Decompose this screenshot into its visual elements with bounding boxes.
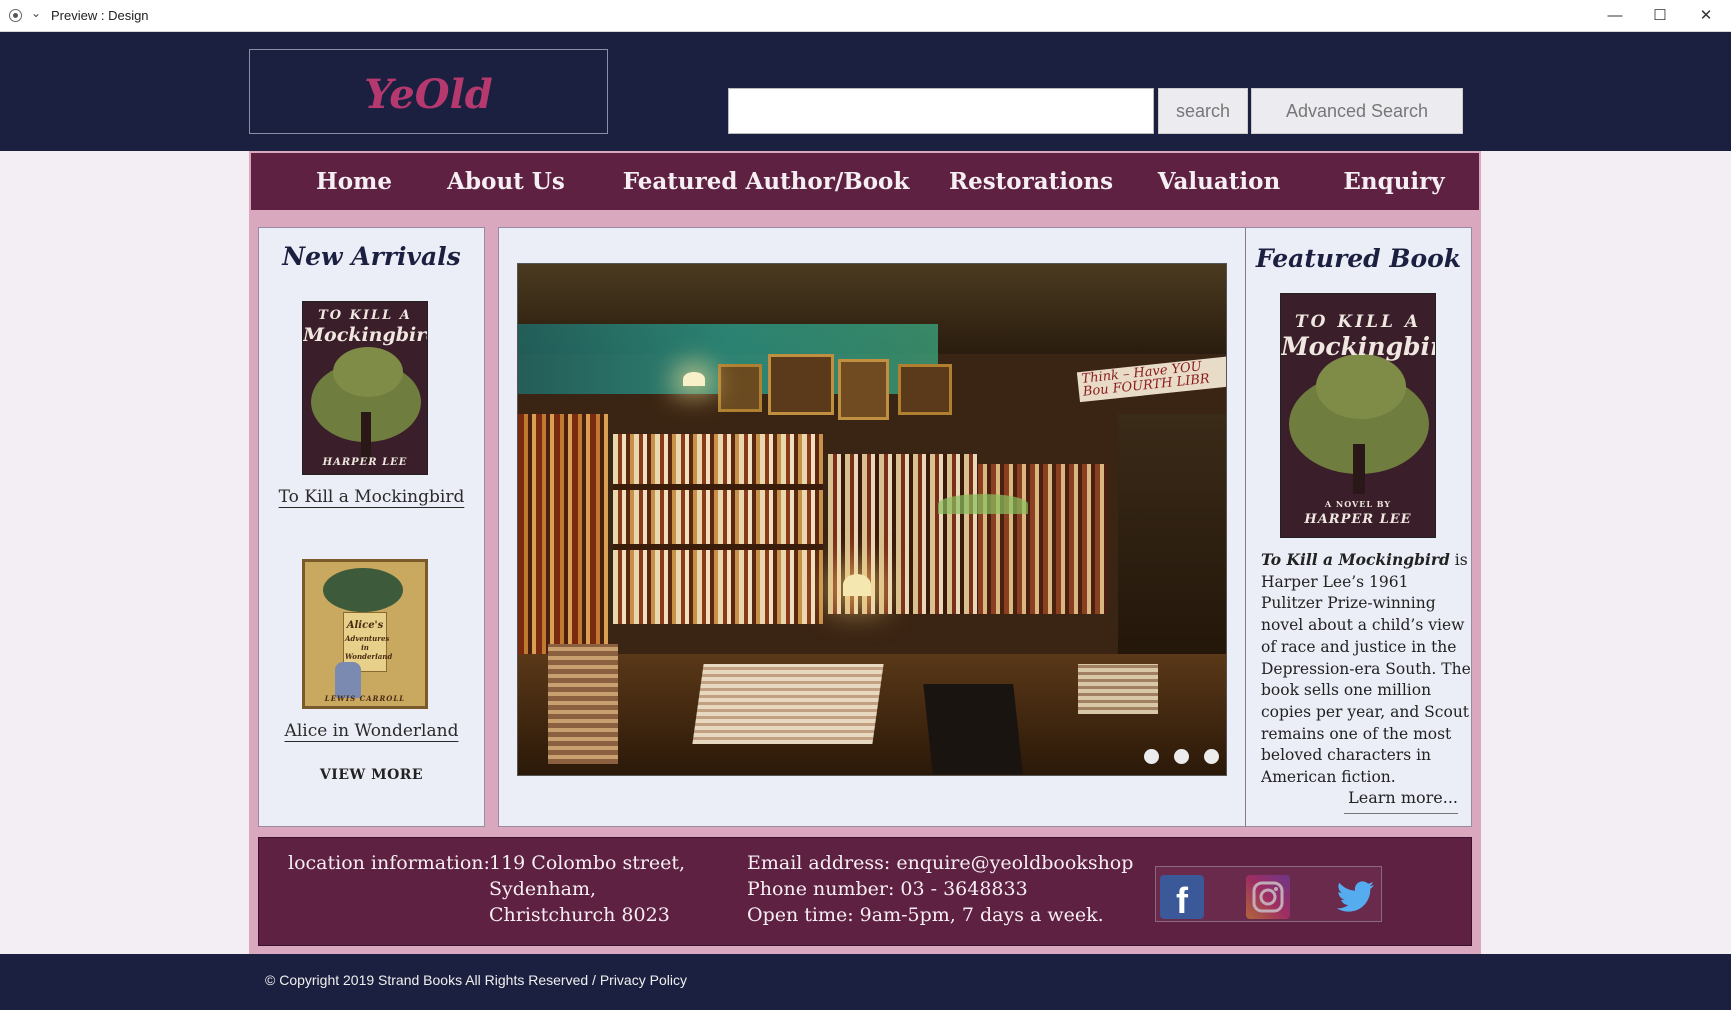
main-nav: Home About Us Featured Author/Book Resto… [251, 153, 1479, 210]
location-line-3: Christchurch 8023 [489, 904, 670, 926]
window-title: Preview : Design [51, 8, 149, 23]
close-button[interactable]: ✕ [1684, 3, 1728, 29]
chevron-down-icon[interactable]: ⌄ [31, 6, 41, 20]
slide-dot-3[interactable] [1204, 749, 1219, 764]
logo[interactable]: YeOld Bookshop [249, 49, 608, 208]
nav-item-home[interactable]: Home [294, 153, 414, 210]
nav-item-enquiry[interactable]: Enquiry [1324, 153, 1464, 210]
learn-more-link[interactable]: Learn more... [1344, 788, 1458, 814]
slide-dot-1[interactable] [1144, 749, 1159, 764]
facebook-icon[interactable]: f [1160, 875, 1204, 921]
nav-item-featured-author-book[interactable]: Featured Author/Book [621, 153, 911, 210]
featured-book-description: To Kill a Mockingbird is Harper Lee’s 19… [1261, 550, 1471, 787]
phone-info: Phone number: 03 - 3648833 [747, 878, 1028, 900]
location-line-2: Sydenham, [489, 878, 597, 900]
location-line-1: 119 Colombo street, [489, 852, 686, 874]
logo-text: YeOld Bookshop [318, 71, 539, 208]
open-time-info: Open time: 9am-5pm, 7 days a week. [747, 904, 1104, 926]
nav-item-restorations[interactable]: Restorations [941, 153, 1121, 210]
twitter-icon[interactable] [1334, 875, 1378, 919]
new-arrivals-title: New Arrivals [282, 242, 461, 271]
maximize-button[interactable]: ☐ [1638, 3, 1682, 29]
slide-dot-2[interactable] [1174, 749, 1189, 764]
minimize-button[interactable]: — [1593, 3, 1637, 29]
shop-sign: Think – Have YOU Bou FOURTH LIBR [1076, 355, 1226, 403]
window-titlebar: ⌄ Preview : Design — ☐ ✕ [0, 0, 1731, 32]
copyright-text[interactable]: © Copyright 2019 Strand Books All Rights… [265, 972, 687, 988]
location-label: location information: [288, 852, 490, 874]
book-link-alice[interactable]: Alice in Wonderland [258, 721, 485, 741]
book-link-mockingbird[interactable]: To Kill a Mockingbird [258, 487, 485, 507]
social-links: f [1155, 866, 1382, 922]
featured-book-cover[interactable]: TO KILL A Mockingbird A NOVEL BY HARPER … [1280, 293, 1436, 538]
search-input[interactable] [728, 88, 1154, 134]
svg-text:f: f [1176, 880, 1189, 919]
advanced-search-button[interactable]: Advanced Search [1251, 88, 1463, 134]
site-footer: © Copyright 2019 Strand Books All Rights… [0, 954, 1731, 1010]
email-info: Email address: enquire@yeoldbookshop [747, 852, 1134, 874]
app-icon[interactable] [9, 9, 22, 22]
search-button[interactable]: search [1158, 88, 1248, 134]
instagram-icon[interactable] [1246, 875, 1290, 919]
nav-item-valuation[interactable]: Valuation [1144, 153, 1294, 210]
view-more-link[interactable]: VIEW MORE [258, 767, 485, 783]
book-cover-alice[interactable]: Alice's Adventures in Wonderland LEWIS C… [302, 559, 428, 709]
featured-book-title: Featured Book [1255, 244, 1462, 273]
featured-book-name: To Kill a Mockingbird [1261, 550, 1450, 569]
bookshop-photo: Think – Have YOU Bou FOURTH LIBR [517, 263, 1227, 776]
book-cover-mockingbird[interactable]: TO KILL A Mockingbird HARPER LEE [302, 301, 428, 475]
nav-item-about-us[interactable]: About Us [436, 153, 576, 210]
